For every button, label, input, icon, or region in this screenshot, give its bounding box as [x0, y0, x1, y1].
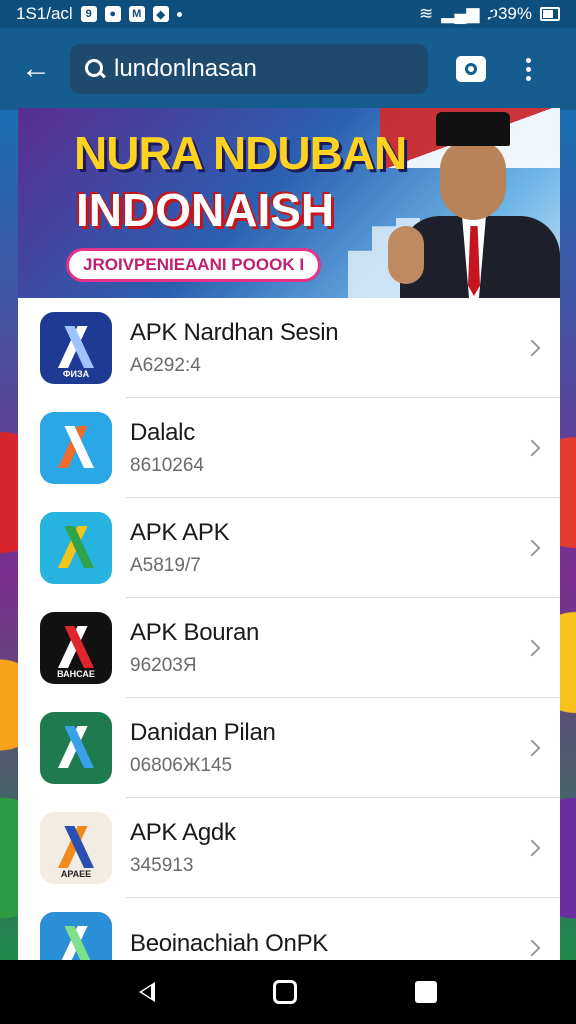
signal-icon: ▂▄▆ — [441, 4, 480, 23]
app-subtitle: 8610264 — [130, 455, 204, 476]
back-button[interactable]: ← — [14, 47, 58, 91]
app-icon — [40, 912, 112, 960]
list-item[interactable]: Dalalc 8610264 — [18, 398, 560, 498]
message-icon: ● — [104, 6, 121, 22]
app-icon-label: APAEE — [60, 869, 92, 879]
promo-banner[interactable]: NURA NDUBAN INDONAISH JROIVPENIEAANI POO… — [18, 108, 560, 300]
battery-icon — [540, 7, 560, 21]
search-input[interactable]: lundonlnasan — [114, 55, 257, 83]
app-list: ФИЗА APK Nardhan Sesin A6292:4 Dalalc 86… — [18, 298, 560, 960]
shield-icon: ◆ — [152, 6, 169, 22]
wifi-icon: ≋ — [419, 4, 434, 23]
app-name: Dalalc — [130, 419, 195, 446]
app-name: APK Bouran — [130, 619, 260, 646]
app-icon: ВАНСАЕ — [40, 612, 112, 684]
search-icon — [84, 58, 106, 80]
status-time: 1S1/acl — [16, 4, 73, 23]
image-search-icon — [465, 63, 477, 75]
chevron-right-icon — [523, 539, 541, 557]
arrow-left-icon: ← — [21, 52, 51, 85]
image-search-button[interactable] — [456, 56, 486, 82]
app-icon — [40, 512, 112, 584]
nav-back-icon[interactable] — [139, 982, 155, 1002]
app-icon — [40, 412, 112, 484]
nav-recents-icon[interactable] — [415, 981, 437, 1003]
banner-title-line1: NURA NDUBAN — [74, 127, 407, 179]
list-item[interactable]: APK APK A5819/7 — [18, 498, 560, 598]
chevron-right-icon — [523, 839, 541, 857]
banner-title-line2: INDONAISH — [76, 184, 335, 236]
more-notifications-icon — [176, 11, 182, 17]
list-item[interactable]: Danidan Pilan 06806Ж145 — [18, 698, 560, 798]
chevron-right-icon — [523, 739, 541, 757]
notification-icon: 9 — [80, 6, 97, 22]
list-item[interactable]: ФИЗА APK Nardhan Sesin A6292:4 — [18, 298, 560, 398]
app-icon: ФИЗА — [40, 312, 112, 384]
app-subtitle: A5819/7 — [130, 555, 201, 576]
app-icon-label: ВАНСАЕ — [57, 669, 95, 679]
list-item[interactable]: APAEE APK Agdk 345913 — [18, 798, 560, 898]
nav-home-icon[interactable] — [273, 980, 297, 1004]
battery-text: ጋ39% — [487, 4, 532, 23]
app-icon — [40, 712, 112, 784]
list-item[interactable]: Beoinachiah OnPK — [18, 898, 560, 960]
app-name: Beoinachiah OnPK — [130, 930, 329, 957]
app-name: APK Nardhan Sesin — [130, 319, 339, 346]
chevron-right-icon — [523, 439, 541, 457]
mail-icon: M — [128, 6, 145, 22]
more-options-button[interactable] — [526, 57, 531, 81]
app-icon: APAEE — [40, 812, 112, 884]
banner-subtitle-pill: JROIVPENIEAANI POOOK I — [66, 248, 322, 282]
person-photo — [388, 108, 560, 300]
app-subtitle: 345913 — [130, 855, 194, 876]
app-name: Danidan Pilan — [130, 719, 276, 746]
more-vert-icon — [526, 57, 531, 63]
app-name: APK APK — [130, 519, 230, 546]
app-subtitle: 06806Ж145 — [130, 755, 233, 776]
chevron-right-icon — [523, 639, 541, 657]
list-item[interactable]: ВАНСАЕ APK Bouran 96203Я — [18, 598, 560, 698]
search-field[interactable]: lundonlnasan — [70, 44, 428, 94]
chevron-right-icon — [523, 939, 541, 957]
app-subtitle: 96203Я — [130, 655, 197, 676]
chevron-right-icon — [523, 339, 541, 357]
app-icon-label: ФИЗА — [62, 369, 90, 379]
app-bar: ← lundonlnasan — [0, 28, 576, 110]
navigation-bar — [0, 960, 576, 1024]
status-bar: 1S1/acl 9 ● M ◆ ≋ ▂▄▆ ጋ39% — [0, 0, 576, 28]
app-subtitle: A6292:4 — [130, 355, 201, 376]
app-name: APK Agdk — [130, 819, 236, 846]
